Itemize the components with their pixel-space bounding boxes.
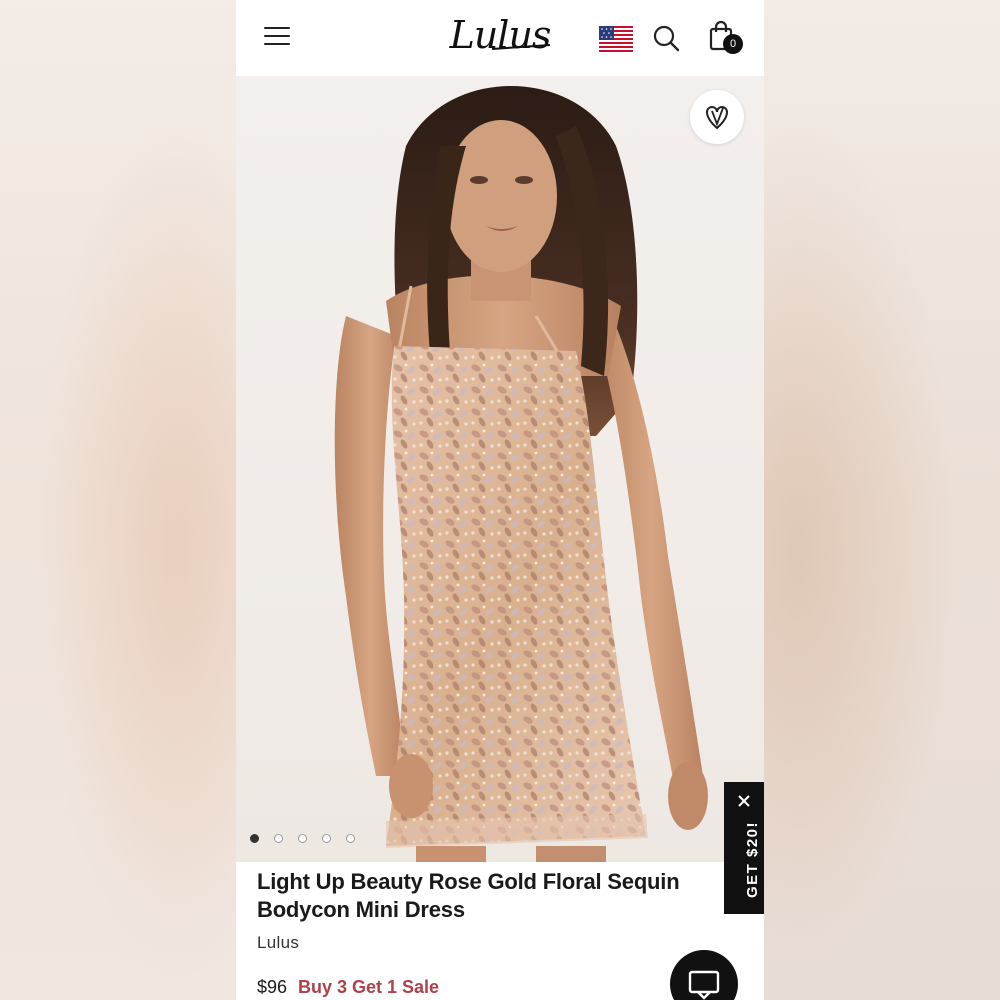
image-carousel-dots: [250, 834, 370, 846]
heart-icon: [705, 106, 729, 130]
product-brand[interactable]: Lulus: [257, 933, 299, 953]
flag-icon[interactable]: [599, 26, 633, 52]
promo-label[interactable]: GET $20!: [744, 818, 761, 898]
product-image[interactable]: [236, 76, 764, 862]
site-header: Lulus 0: [236, 0, 764, 76]
carousel-dot[interactable]: [298, 834, 307, 843]
background-right: [764, 0, 1000, 1000]
close-icon[interactable]: [737, 794, 751, 808]
product-photo: [334, 86, 708, 862]
chat-button[interactable]: [670, 950, 738, 1000]
promotion-label[interactable]: Buy 3 Get 1 Sale: [298, 977, 439, 998]
menu-icon[interactable]: [264, 26, 290, 46]
product-price: $96: [257, 977, 288, 997]
mobile-page: Lulus 0 GET $20! Light Up Beauty Rose Go…: [236, 0, 764, 1000]
carousel-dot[interactable]: [346, 834, 355, 843]
carousel-dot[interactable]: [250, 834, 259, 843]
product-title: Light Up Beauty Rose Gold Floral Sequin …: [257, 869, 680, 922]
carousel-dot[interactable]: [322, 834, 331, 843]
search-icon[interactable]: [652, 24, 680, 52]
favorite-button[interactable]: [690, 90, 744, 144]
site-logo[interactable]: Lulus: [448, 10, 552, 60]
background-left: [0, 0, 236, 1000]
cart-count-badge[interactable]: 0: [723, 34, 743, 54]
chat-icon: [688, 970, 720, 1000]
carousel-dot[interactable]: [274, 834, 283, 843]
